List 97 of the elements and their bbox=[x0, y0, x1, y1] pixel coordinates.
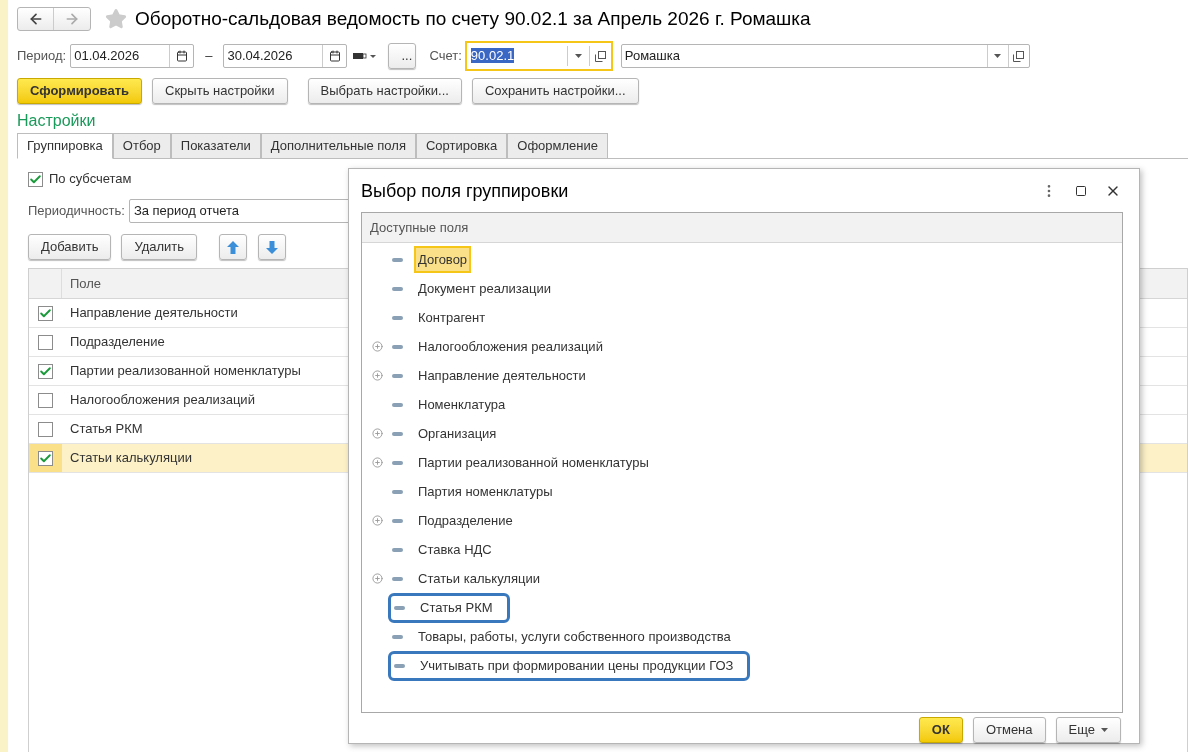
arrow-right-icon bbox=[64, 11, 80, 27]
calendar-icon[interactable] bbox=[328, 50, 341, 62]
field-icon bbox=[392, 431, 403, 436]
caret-icon bbox=[1101, 728, 1108, 732]
arrow-up-icon bbox=[227, 240, 240, 254]
table-cell-text: Статья РКМ bbox=[69, 420, 143, 439]
tree-item[interactable]: Организация bbox=[414, 419, 501, 448]
table-cell-text: Статьи калькуляции bbox=[69, 449, 192, 468]
check-icon bbox=[39, 451, 52, 465]
settings-button[interactable]: Сохранить настройки... bbox=[471, 78, 639, 104]
calendar-icon[interactable] bbox=[175, 50, 188, 62]
checkbox[interactable] bbox=[38, 392, 53, 408]
checkbox[interactable] bbox=[38, 334, 53, 350]
settings-button[interactable]: Скрыть настройки bbox=[152, 78, 288, 104]
field-icon bbox=[392, 518, 403, 523]
checkbox[interactable] bbox=[38, 450, 53, 466]
check-icon bbox=[39, 364, 52, 378]
open-window-icon bbox=[594, 50, 606, 62]
tree-item[interactable]: Налогообложения реализаций bbox=[414, 332, 607, 361]
tab[interactable]: Оформление bbox=[507, 133, 608, 159]
periodicity-label: Периодичность: bbox=[28, 202, 125, 221]
column-header[interactable]: Поле bbox=[62, 269, 102, 298]
expand-icon[interactable] bbox=[372, 457, 383, 468]
checkbox[interactable] bbox=[38, 305, 53, 321]
tree-item[interactable]: Подразделение bbox=[414, 506, 517, 535]
open-window-icon bbox=[1013, 50, 1025, 62]
ok-button[interactable]: ОК bbox=[918, 717, 963, 743]
table-cell-text: Партии реализованной номенклатуры bbox=[69, 362, 301, 381]
tree-item[interactable]: Статья РКМ bbox=[416, 593, 497, 622]
more-button[interactable]: ... bbox=[388, 43, 417, 69]
expand-icon[interactable] bbox=[372, 370, 383, 381]
generate-button[interactable]: Сформировать bbox=[17, 78, 143, 104]
checkbox-label: По субсчетам bbox=[49, 170, 132, 189]
checkbox[interactable] bbox=[38, 421, 53, 437]
expand-icon[interactable] bbox=[372, 573, 383, 584]
move-up-button[interactable] bbox=[219, 234, 248, 260]
delete-button[interactable]: Удалить bbox=[121, 234, 198, 260]
expand-icon[interactable] bbox=[372, 428, 383, 439]
arrow-down-icon bbox=[266, 240, 279, 254]
settings-button[interactable]: Выбрать настройки... bbox=[307, 78, 462, 104]
tree-item[interactable]: Учитывать при формировании цены продукции ГОЗ bbox=[416, 651, 738, 680]
account-field[interactable]: 90.02.1 bbox=[464, 41, 613, 71]
field-icon bbox=[392, 315, 403, 320]
tab[interactable]: Сортировка bbox=[415, 133, 508, 159]
more-menu-button[interactable]: Еще bbox=[1055, 717, 1121, 743]
tree-item[interactable]: Номенклатура bbox=[414, 390, 510, 419]
field-icon bbox=[392, 344, 403, 349]
table-cell-text: Налогообложения реализаций bbox=[69, 391, 255, 410]
window-title: Оборотно-сальдовая ведомость по счету 90.02.1 за Апрель 2026 г. Ромашка bbox=[135, 6, 811, 31]
cancel-button[interactable]: Отмена bbox=[972, 717, 1046, 743]
expand-icon[interactable] bbox=[372, 341, 383, 352]
account-label: Счет: bbox=[429, 47, 462, 66]
dropdown-icon bbox=[574, 54, 582, 58]
checkbox[interactable] bbox=[38, 363, 53, 379]
favorite-star-icon[interactable] bbox=[105, 8, 127, 30]
tree-item[interactable]: Партии реализованной номенклатуры bbox=[414, 448, 653, 477]
tree-item[interactable]: Ставка НДС bbox=[414, 535, 496, 564]
settings-heading: Настройки bbox=[17, 111, 97, 131]
tab[interactable]: Группировка bbox=[17, 133, 113, 159]
tree-item[interactable]: Документ реализации bbox=[414, 274, 555, 303]
field-icon bbox=[392, 402, 403, 407]
check-icon bbox=[29, 172, 42, 186]
maximize-icon[interactable] bbox=[1075, 185, 1087, 197]
field-icon bbox=[392, 634, 403, 639]
field-icon bbox=[392, 257, 403, 262]
tree-item[interactable]: Контрагент bbox=[414, 303, 490, 332]
field-icon bbox=[392, 489, 403, 494]
tree-item[interactable]: Товары, работы, услуги собственного производства bbox=[414, 622, 735, 651]
checkbox[interactable] bbox=[28, 171, 43, 187]
field-icon bbox=[392, 286, 403, 291]
move-down-button[interactable] bbox=[258, 234, 287, 260]
tab[interactable]: Отбор bbox=[112, 133, 171, 159]
expand-icon[interactable] bbox=[372, 515, 383, 526]
check-icon bbox=[39, 306, 52, 320]
account-value: 90.02.1 bbox=[470, 48, 515, 64]
field-icon bbox=[392, 460, 403, 465]
table-cell-text: Направление деятельности bbox=[69, 304, 238, 323]
period-label: Период: bbox=[17, 47, 67, 66]
field-icon bbox=[394, 605, 405, 610]
field-icon bbox=[394, 663, 405, 668]
dropdown-icon bbox=[994, 54, 1002, 58]
add-button[interactable]: Добавить bbox=[28, 234, 112, 260]
field-icon bbox=[392, 576, 403, 581]
date-separator: – bbox=[205, 47, 213, 66]
date-to-field[interactable]: 30.04.2026 bbox=[223, 44, 348, 68]
tree-item[interactable]: Партия номенклатуры bbox=[414, 477, 557, 506]
organization-field[interactable]: Ромашка bbox=[620, 44, 1030, 68]
date-from-field[interactable]: 01.04.2026 bbox=[70, 44, 195, 68]
tree-item[interactable]: Статьи калькуляции bbox=[414, 564, 544, 593]
table-cell-text: Подразделение bbox=[69, 333, 165, 352]
period-picker-icon[interactable] bbox=[353, 52, 378, 60]
tab[interactable]: Показатели bbox=[170, 133, 261, 159]
tab[interactable]: Дополнительные поля bbox=[260, 133, 416, 159]
tree-item[interactable]: Договор bbox=[414, 245, 472, 274]
tree-item[interactable]: Направление деятельности bbox=[414, 361, 590, 390]
field-icon bbox=[392, 547, 403, 552]
field-icon bbox=[392, 373, 403, 378]
